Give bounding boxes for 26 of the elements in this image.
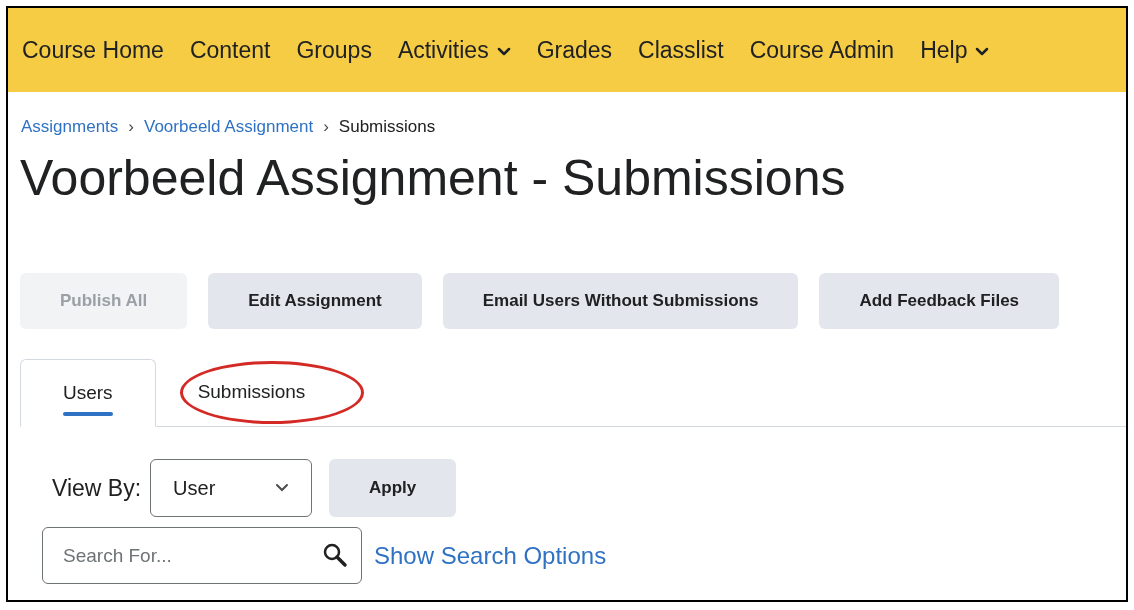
action-button[interactable]: Add Feedback Files xyxy=(819,273,1060,329)
breadcrumb-link[interactable]: Assignments xyxy=(21,114,119,140)
breadcrumb-current: Submissions xyxy=(338,116,436,138)
nav-item[interactable]: Help xyxy=(920,32,990,68)
search-options-link[interactable]: Show Search Options xyxy=(374,537,607,574)
apply-button[interactable]: Apply xyxy=(329,459,457,517)
nav-item[interactable]: Course Admin xyxy=(749,32,895,68)
chevron-down-icon xyxy=(275,483,290,493)
nav-item[interactable]: Course Home xyxy=(22,32,164,68)
search-field[interactable]: Search For... xyxy=(42,527,362,584)
view-by-label: View By: xyxy=(52,473,142,503)
nav-item[interactable]: Content xyxy=(189,32,271,68)
breadcrumb-separator: › xyxy=(323,116,329,138)
nav-item[interactable]: Activities xyxy=(397,32,511,68)
page-title: Voorbeeld Assignment - Submissions xyxy=(19,149,847,207)
breadcrumb-separator: › xyxy=(128,116,134,138)
breadcrumb-link[interactable]: Voorbeeld Assignment xyxy=(144,114,314,140)
nav-item[interactable]: Groups xyxy=(296,32,372,68)
tab[interactable]: Users xyxy=(20,359,156,427)
action-button[interactable]: Edit Assignment xyxy=(208,273,422,329)
view-by-dropdown[interactable]: User xyxy=(150,459,313,517)
action-button[interactable]: Email Users Without Submissions xyxy=(442,273,799,329)
nav-item[interactable]: Grades xyxy=(536,32,613,68)
nav-item[interactable]: Classlist xyxy=(638,32,724,68)
search-icon[interactable] xyxy=(322,542,348,568)
tab[interactable]: Submissions xyxy=(155,358,348,426)
